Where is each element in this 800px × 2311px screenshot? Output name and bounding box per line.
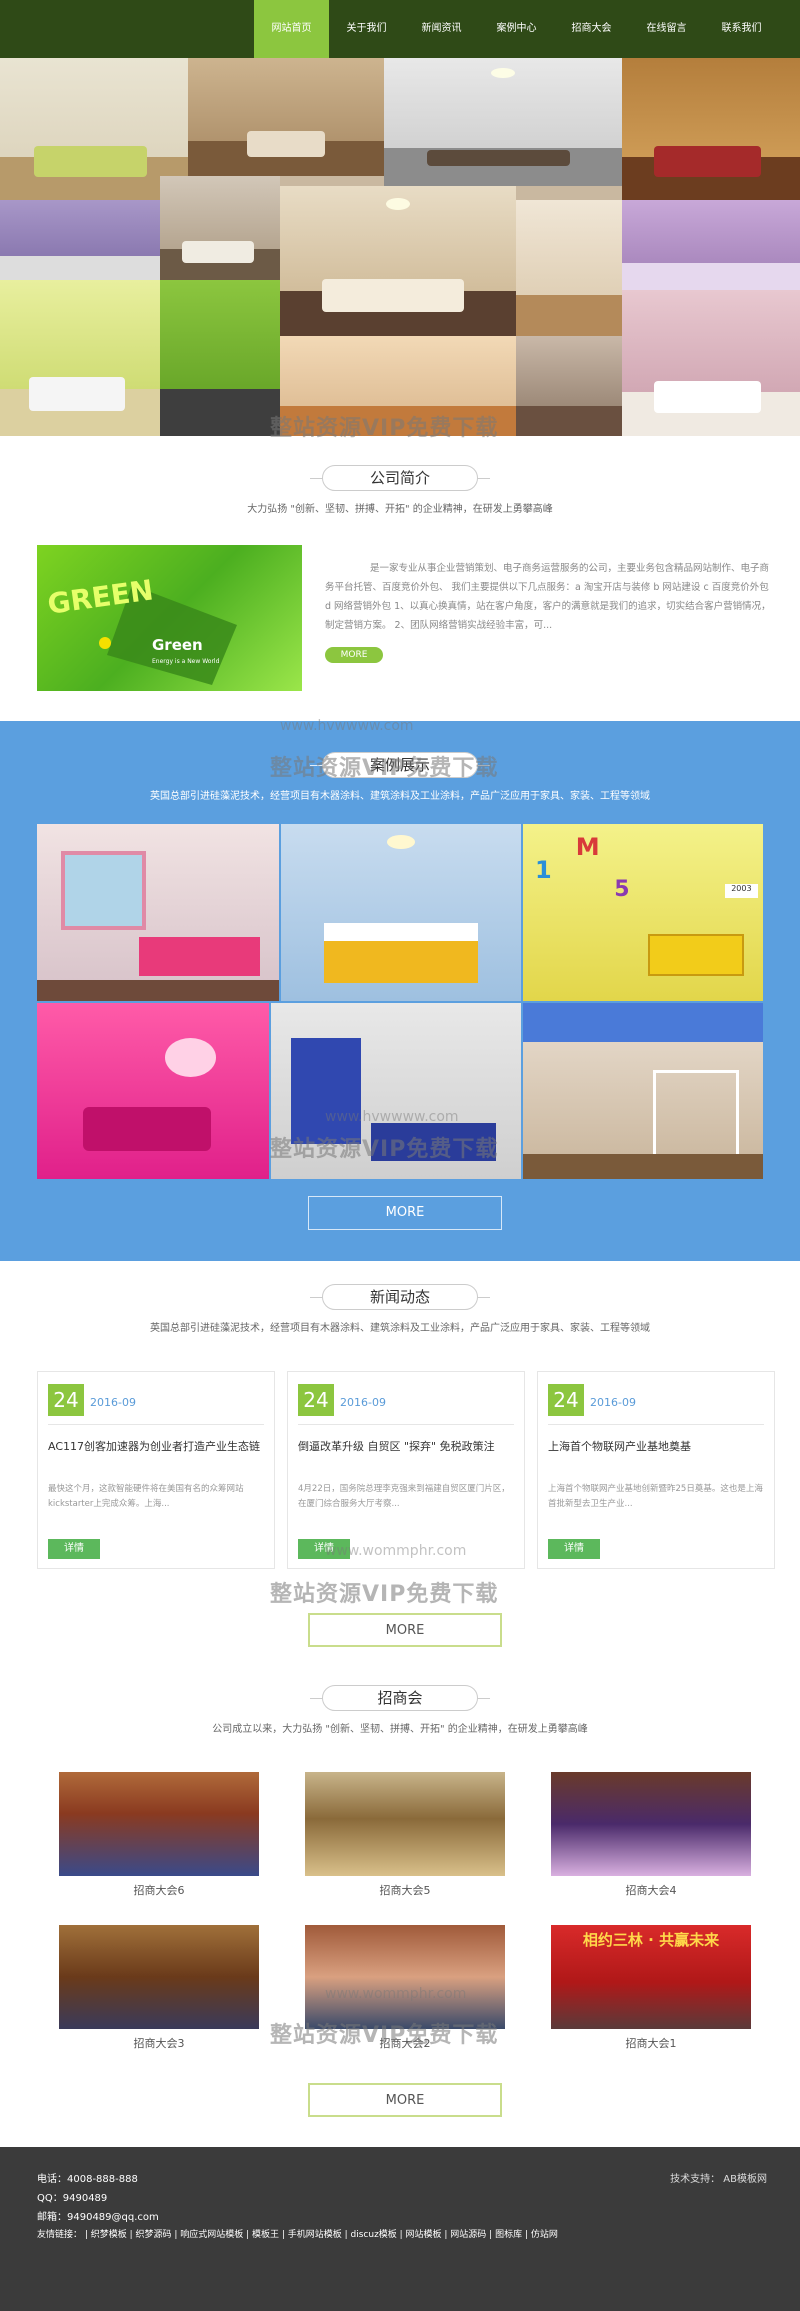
news-summary: 最快这个月，这款智能硬件将在美国有名的众筹网站kickstarter上完成众筹。…	[48, 1484, 244, 1509]
nav-item-message[interactable]: 在线留言	[629, 0, 704, 58]
hero-photo	[160, 280, 280, 436]
hero-photo	[622, 200, 800, 290]
news-divider	[548, 1424, 764, 1425]
news-headline[interactable]: AC117创客加速器为创业者打造产业生态链	[48, 1439, 264, 1455]
news-subtitle: 英国总部引进硅藻泥技术，经营项目有木器涂料、建筑涂料及工业涂料，产品广泛应用于家…	[150, 1323, 650, 1334]
invest-caption[interactable]: 招商大会1	[551, 2035, 751, 2051]
news-title: 新闻动态	[322, 1284, 478, 1310]
hero-photo	[516, 200, 622, 336]
watermark-url: www.hvwwww.com	[325, 1109, 459, 1125]
news-headline[interactable]: 上海首个物联网产业基地奠基	[548, 1439, 764, 1455]
about-image-brand-text: Green	[152, 636, 203, 654]
news-summary: 4月22日，国务院总理李克强来到福建自贸区厦门片区，在厦门综合服务大厅考察...	[298, 1484, 510, 1509]
case-photo[interactable]	[37, 824, 279, 1001]
green-energy-graphic: GREEN Green Energy is a New World	[46, 573, 237, 685]
footer-support[interactable]: 技术支持： AB模板网	[670, 2170, 767, 2185]
news-card[interactable]: 24 2016-09 上海首个物联网产业基地奠基 上海首个物联网产业基地创新暨昨…	[537, 1371, 775, 1569]
invest-photo[interactable]: 相约三林 · 共赢未来	[551, 1925, 751, 2029]
case-photo[interactable]	[281, 824, 521, 1001]
invest-photo[interactable]	[551, 1772, 751, 1876]
hero-photo	[160, 176, 280, 280]
footer: 电话：4008-888-888 QQ：9490489 邮箱：9490489@qq…	[0, 2147, 800, 2311]
hero-banner[interactable]	[0, 58, 800, 436]
invest-title: 招商会	[322, 1685, 478, 1711]
news-more-button[interactable]: MORE	[308, 1613, 502, 1647]
invest-item[interactable]: 招商大会6	[59, 1772, 259, 1900]
invest-caption[interactable]: 招商大会5	[305, 1882, 505, 1898]
nav-item-about[interactable]: 关于我们	[329, 0, 404, 58]
news-detail-button[interactable]: 详情	[548, 1539, 600, 1559]
news-card[interactable]: 24 2016-09 AC117创客加速器为创业者打造产业生态链 最快这个月，这…	[37, 1371, 275, 1569]
about-subtitle: 大力弘扬 "创新、坚韧、拼搏、开拓" 的企业精神，在研发上勇攀高峰	[247, 504, 553, 515]
case-photo[interactable]: 1 M 5 2003	[523, 824, 763, 1001]
footer-qq: QQ：9490489	[37, 2193, 108, 2204]
news-day: 24	[298, 1384, 334, 1416]
hero-photo	[516, 336, 622, 436]
about-image-slogan-text: Energy is a New World	[152, 658, 220, 665]
about-image: GREEN Green Energy is a New World	[37, 545, 302, 691]
invest-item[interactable]: 招商大会4	[551, 1772, 751, 1900]
invest-banner-text: 相约三林 · 共赢未来	[582, 1931, 720, 1949]
invest-caption[interactable]: 招商大会6	[59, 1882, 259, 1898]
hero-photo	[384, 58, 622, 186]
nav-item-invest[interactable]: 招商大会	[554, 0, 629, 58]
cases-more-button[interactable]: MORE	[308, 1196, 502, 1230]
watermark-url: www.hvwwww.com	[280, 718, 414, 734]
invest-photo[interactable]	[305, 1772, 505, 1876]
news-summary: 上海首个物联网产业基地创新暨昨25日奠基。这也是上海首批新型去卫生产业...	[548, 1484, 763, 1509]
watermark-text: 整站资源VIP免费下载	[270, 2023, 499, 2048]
about-body: 是一家专业从事企业营销策划、电子商务运营服务的公司，主要业务包含精品网站制作、电…	[325, 563, 771, 631]
top-navigation: 网站首页 关于我们 新闻资讯 案例中心 招商大会 在线留言 联系我们	[0, 0, 800, 58]
invest-item[interactable]: 招商大会3	[59, 1925, 259, 2053]
hero-photo	[0, 200, 160, 280]
cases-section: www.hvwwww.com 案例展示 整站资源VIP免费下载 英国总部引进硅藻…	[0, 718, 800, 1261]
footer-phone: 电话：4008-888-888	[37, 2174, 138, 2185]
footer-links[interactable]: 友情链接： | 织梦模板 | 织梦源码 | 响应式网站模板 | 模板王 | 手机…	[37, 2227, 558, 2240]
invest-caption[interactable]: 招商大会4	[551, 1882, 751, 1898]
hero-photo	[622, 290, 800, 436]
invest-subtitle: 公司成立以来，大力弘扬 "创新、坚韧、拼搏、开拓" 的企业精神，在研发上勇攀高峰	[212, 1724, 588, 1735]
news-date: 2016-09	[90, 1396, 136, 1409]
news-date: 2016-09	[590, 1396, 636, 1409]
news-divider	[298, 1424, 514, 1425]
watermark-text: 整站资源VIP免费下载	[270, 1582, 499, 1607]
news-headline[interactable]: 倒逼改革升级 自贸区 "探弃" 免税政策注	[298, 1439, 514, 1455]
nav-list: 网站首页 关于我们 新闻资讯 案例中心 招商大会 在线留言 联系我们	[254, 0, 779, 58]
invest-photo[interactable]	[305, 1925, 505, 2029]
invest-item[interactable]: 招商大会5	[305, 1772, 505, 1900]
case-photo[interactable]	[37, 1003, 269, 1179]
watermark-url: www.wommphr.com	[325, 1543, 467, 1559]
watermark-url: www.wommphr.com	[325, 1986, 467, 2002]
footer-email[interactable]: 邮箱：9490489@qq.com	[37, 2208, 159, 2223]
nav-item-news[interactable]: 新闻资讯	[404, 0, 479, 58]
hero-photo	[622, 58, 800, 200]
nav-item-contact[interactable]: 联系我们	[704, 0, 779, 58]
news-detail-button[interactable]: 详情	[48, 1539, 100, 1559]
hero-photo	[0, 280, 160, 436]
news-day: 24	[48, 1384, 84, 1416]
watermark-text: 整站资源VIP免费下载	[270, 1137, 499, 1162]
invest-caption[interactable]: 招商大会3	[59, 2035, 259, 2051]
news-divider	[48, 1424, 264, 1425]
watermark-text: 整站资源VIP免费下载	[270, 756, 499, 781]
about-more-button[interactable]: MORE	[325, 647, 383, 663]
news-date: 2016-09	[340, 1396, 386, 1409]
case-photo[interactable]	[523, 1003, 763, 1179]
invest-photo[interactable]	[59, 1925, 259, 2029]
news-card[interactable]: 24 2016-09 倒逼改革升级 自贸区 "探弃" 免税政策注 4月22日，国…	[287, 1371, 525, 1569]
invest-more-button[interactable]: MORE	[308, 2083, 502, 2117]
nav-item-cases[interactable]: 案例中心	[479, 0, 554, 58]
invest-photo[interactable]	[59, 1772, 259, 1876]
watermark-text: 整站资源VIP免费下载	[270, 416, 499, 441]
about-title: 公司简介	[322, 465, 478, 491]
invest-item[interactable]: 相约三林 · 共赢未来 招商大会1	[551, 1925, 751, 2053]
case-tile-label: 2003	[724, 884, 759, 899]
hero-photo	[188, 58, 384, 176]
cases-subtitle: 英国总部引进硅藻泥技术，经营项目有木器涂料、建筑涂料及工业涂料，产品广泛应用于家…	[150, 791, 650, 802]
news-day: 24	[548, 1384, 584, 1416]
nav-item-home[interactable]: 网站首页	[254, 0, 329, 58]
hero-photo	[280, 186, 516, 336]
